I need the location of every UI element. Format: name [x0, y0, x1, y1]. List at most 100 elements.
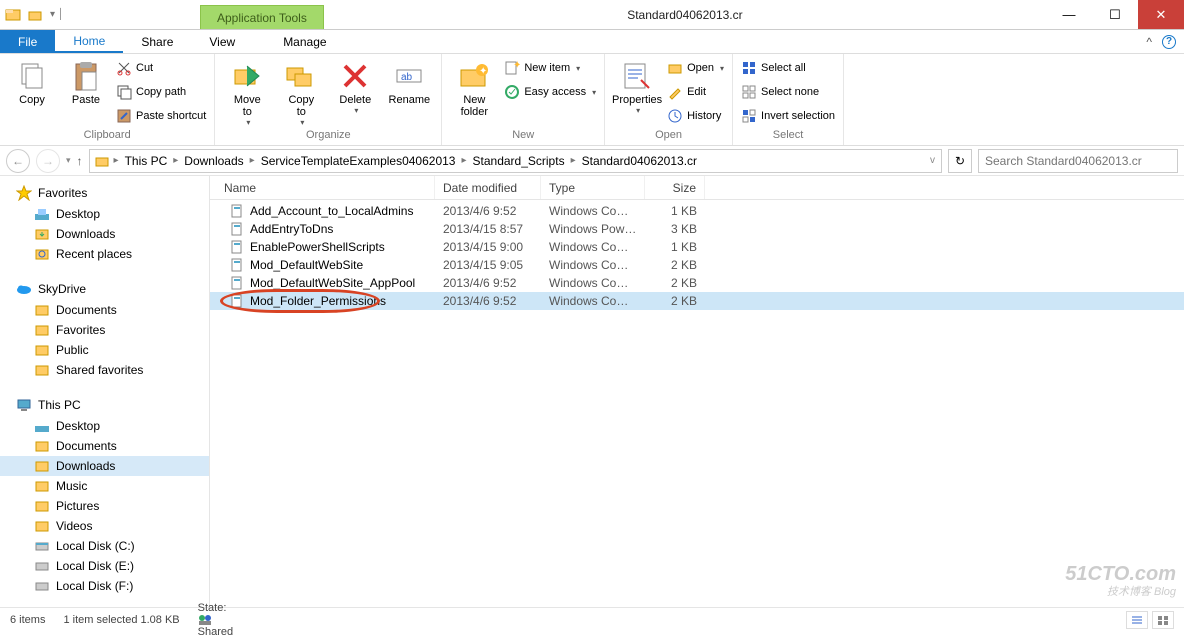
crumb-3[interactable]: Standard_Scripts [471, 154, 567, 168]
tree-item[interactable]: Public [0, 340, 209, 360]
window-controls: — ☐ ✕ [1046, 0, 1184, 29]
tree-item[interactable]: Downloads [0, 224, 209, 244]
rename-button[interactable]: abRename [385, 58, 433, 106]
paste-shortcut-button[interactable]: Paste shortcut [116, 106, 206, 126]
select-all-button[interactable]: Select all [741, 58, 835, 78]
tree-item[interactable]: Desktop [0, 416, 209, 436]
refresh-button[interactable]: ↻ [948, 149, 972, 173]
file-row[interactable]: Add_Account_to_LocalAdmins2013/4/6 9:52W… [210, 202, 1184, 220]
tree-favorites-header[interactable]: Favorites [0, 182, 209, 204]
close-button[interactable]: ✕ [1138, 0, 1184, 29]
paste-button[interactable]: Paste [62, 58, 110, 106]
tab-file[interactable]: File [0, 30, 55, 53]
address-bar: ← → ▾ ↑ ▸ This PC▸ Downloads▸ ServiceTem… [0, 146, 1184, 176]
tree-item[interactable]: Shared favorites [0, 360, 209, 380]
quick-access-toolbar: ▾ │ [0, 0, 70, 29]
crumb-0[interactable]: This PC [123, 154, 170, 168]
file-row[interactable]: EnablePowerShellScripts2013/4/15 9:00Win… [210, 238, 1184, 256]
status-selected: 1 item selected 1.08 KB [63, 614, 179, 626]
new-item-button[interactable]: ✦New item▾ [504, 58, 596, 78]
open-icon[interactable] [26, 6, 44, 24]
window-title: Standard04062013.cr [324, 0, 1046, 29]
tree-thispc: This PC Desktop Documents Downloads Musi… [0, 394, 209, 596]
history-button[interactable]: History [667, 106, 724, 126]
invert-selection-button[interactable]: Invert selection [741, 106, 835, 126]
new-folder-button[interactable]: ✦New folder [450, 58, 498, 118]
tree-item[interactable]: Pictures [0, 496, 209, 516]
crumb-4[interactable]: Standard04062013.cr [580, 154, 699, 168]
tree-item[interactable]: Videos [0, 516, 209, 536]
status-bar: 6 items 1 item selected 1.08 KB State: S… [0, 607, 1184, 631]
file-row[interactable]: Mod_DefaultWebSite_AppPool2013/4/6 9:52W… [210, 274, 1184, 292]
view-details-button[interactable] [1126, 611, 1148, 629]
help-icon[interactable]: ? [1162, 35, 1176, 49]
tree-item[interactable]: Recent places [0, 244, 209, 264]
copy-to-button[interactable]: Copy to▾ [277, 58, 325, 127]
tree-item[interactable]: Local Disk (F:) [0, 576, 209, 596]
crumb-1[interactable]: Downloads [182, 154, 245, 168]
qat-dropdown-icon[interactable]: ▾ │ [48, 6, 66, 24]
tree-thispc-header[interactable]: This PC [0, 394, 209, 416]
crumb-2[interactable]: ServiceTemplateExamples04062013 [259, 154, 458, 168]
tree-item[interactable]: Local Disk (C:) [0, 536, 209, 556]
col-date[interactable]: Date modified [435, 176, 541, 199]
select-none-button[interactable]: Select none [741, 82, 835, 102]
tree-item[interactable]: Local Disk (E:) [0, 556, 209, 576]
file-row[interactable]: Mod_Folder_Permissions2013/4/6 9:52Windo… [210, 292, 1184, 310]
view-thumbnails-button[interactable] [1152, 611, 1174, 629]
col-type[interactable]: Type [541, 176, 645, 199]
ribbon: Copy Paste Cut Copy path Paste shortcut … [0, 54, 1184, 146]
easy-access-button[interactable]: Easy access▾ [504, 82, 596, 102]
delete-button[interactable]: Delete▾ [331, 58, 379, 115]
recent-dropdown-icon[interactable]: ▾ [66, 155, 71, 166]
minimize-button[interactable]: — [1046, 0, 1092, 29]
tab-share[interactable]: Share [123, 30, 191, 53]
breadcrumb[interactable]: ▸ This PC▸ Downloads▸ ServiceTemplateExa… [89, 149, 942, 173]
address-dropdown-icon[interactable]: v [928, 155, 937, 166]
group-clipboard: Copy Paste Cut Copy path Paste shortcut … [0, 54, 215, 145]
properties-button[interactable]: Properties▾ [613, 58, 661, 115]
file-row[interactable]: AddEntryToDns2013/4/15 8:57Windows Power… [210, 220, 1184, 238]
open-button[interactable]: Open▾ [667, 58, 724, 78]
tree-item[interactable]: Favorites [0, 320, 209, 340]
svg-text:✦: ✦ [513, 60, 520, 71]
file-rows[interactable]: Add_Account_to_LocalAdmins2013/4/6 9:52W… [210, 200, 1184, 607]
tree-skydrive-header[interactable]: SkyDrive [0, 278, 209, 300]
copy-button[interactable]: Copy [8, 58, 56, 106]
col-name[interactable]: Name [210, 176, 435, 199]
context-tab[interactable]: Application Tools [200, 5, 324, 29]
tree-item[interactable]: Music [0, 476, 209, 496]
tree-item[interactable]: Documents [0, 300, 209, 320]
status-item-count: 6 items [10, 614, 45, 626]
move-to-button[interactable]: Move to▾ [223, 58, 271, 127]
svg-text:✦: ✦ [479, 66, 487, 77]
tab-home[interactable]: Home [55, 30, 123, 53]
maximize-button[interactable]: ☐ [1092, 0, 1138, 29]
minimize-ribbon-icon[interactable]: ^ [1146, 35, 1152, 49]
tree-item[interactable]: Documents [0, 436, 209, 456]
explorer-icon [4, 6, 22, 24]
content-area: Favorites Desktop Downloads Recent place… [0, 176, 1184, 607]
svg-text:ab: ab [401, 72, 413, 83]
navigation-pane[interactable]: Favorites Desktop Downloads Recent place… [0, 176, 210, 607]
tree-item-downloads[interactable]: Downloads [0, 456, 209, 476]
file-row[interactable]: Mod_DefaultWebSite2013/4/15 9:05Windows … [210, 256, 1184, 274]
group-open: Properties▾ Open▾ Edit History Open [605, 54, 733, 145]
copy-path-button[interactable]: Copy path [116, 82, 206, 102]
tab-view[interactable]: View [191, 30, 253, 53]
back-button[interactable]: ← [6, 149, 30, 173]
tree-item[interactable]: Desktop [0, 204, 209, 224]
file-list: Name Date modified Type Size Add_Account… [210, 176, 1184, 607]
tab-manage[interactable]: Manage [265, 30, 344, 53]
group-select: Select all Select none Invert selection … [733, 54, 844, 145]
forward-button[interactable]: → [36, 149, 60, 173]
titlebar: ▾ │ Application Tools Standard04062013.c… [0, 0, 1184, 30]
edit-button[interactable]: Edit [667, 82, 724, 102]
ribbon-tabs: File Home Share View Manage ^ ? [0, 30, 1184, 54]
col-size[interactable]: Size [645, 176, 705, 199]
cut-button[interactable]: Cut [116, 58, 206, 78]
up-button[interactable]: ↑ [77, 154, 83, 168]
group-new: ✦New folder ✦New item▾ Easy access▾ New [442, 54, 605, 145]
column-headers[interactable]: Name Date modified Type Size [210, 176, 1184, 200]
search-input[interactable] [978, 149, 1178, 173]
